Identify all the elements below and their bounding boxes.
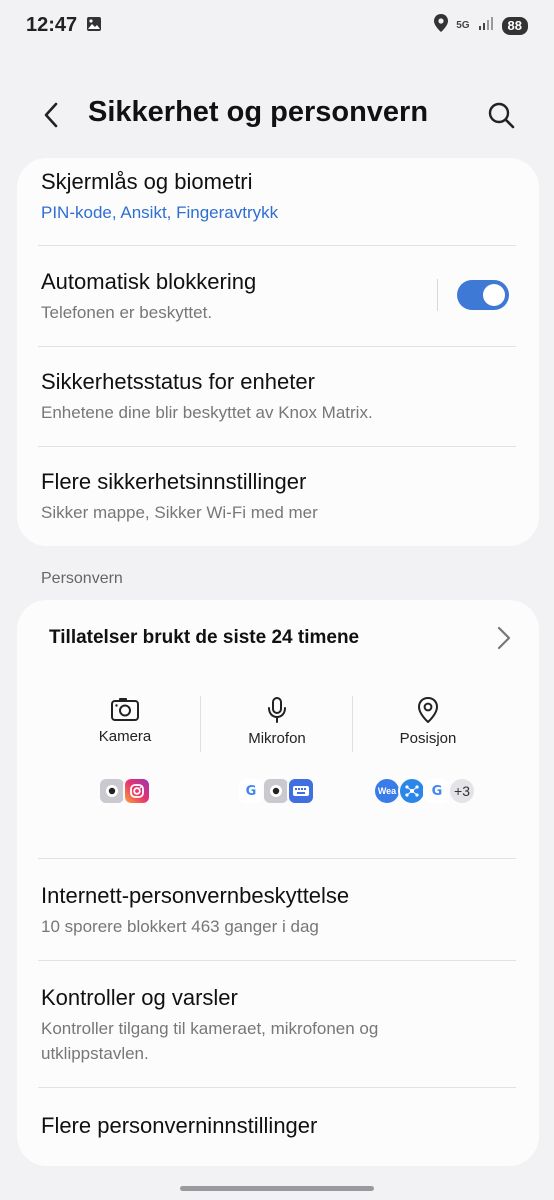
back-arrow-icon bbox=[44, 102, 58, 128]
bixby-app-icon bbox=[398, 777, 426, 805]
item-subtitle: Sikker mappe, Sikker Wi-Fi med mer bbox=[41, 503, 318, 522]
camera-app-icon bbox=[262, 777, 290, 805]
auto-blocker-toggle[interactable] bbox=[457, 280, 509, 310]
permission-microphone[interactable]: Mikrofon bbox=[202, 696, 352, 756]
back-button[interactable] bbox=[34, 98, 68, 132]
location-status-icon bbox=[434, 14, 449, 37]
camera-apps bbox=[98, 776, 151, 806]
permissions-title: Tillatelser brukt de siste 24 timene bbox=[49, 627, 360, 648]
location-icon bbox=[418, 697, 438, 723]
microphone-apps: G bbox=[237, 776, 315, 806]
page-title: Sikkerhet og personvern bbox=[88, 96, 429, 128]
privacy-section-label: Personvern bbox=[41, 570, 123, 587]
item-subtitle: Enhetene dine blir beskyttet av Knox Mat… bbox=[41, 403, 373, 422]
permission-camera[interactable]: Kamera bbox=[50, 696, 200, 756]
toggle-separator bbox=[437, 279, 438, 311]
more-security-settings-item[interactable]: Flere sikkerhetsinnstillinger Sikker map… bbox=[17, 446, 539, 546]
screen-lock-biometrics-item[interactable]: Skjermlås og biometri PIN-kode, Ansikt, … bbox=[17, 158, 539, 246]
google-app-icon: G bbox=[237, 777, 265, 805]
item-title: Flere personverninnstillinger bbox=[41, 1113, 318, 1138]
device-security-status-item[interactable]: Sikkerhetsstatus for enheter Enhetene di… bbox=[17, 346, 539, 446]
item-title: Flere sikkerhetsinnstillinger bbox=[41, 469, 307, 494]
permission-location[interactable]: Posisjon bbox=[353, 696, 503, 756]
permission-label: Mikrofon bbox=[248, 730, 306, 747]
internet-privacy-protection-item[interactable]: Internett-personvernbeskyttelse 10 spore… bbox=[17, 859, 539, 960]
permission-label: Posisjon bbox=[399, 730, 457, 747]
microphone-icon bbox=[268, 697, 286, 723]
item-subtitle: Telefonen er beskyttet. bbox=[41, 303, 213, 322]
item-title: Sikkerhetsstatus for enheter bbox=[41, 369, 315, 394]
status-time: 12:47 bbox=[26, 14, 78, 36]
weather-app-icon: Wea bbox=[373, 777, 401, 805]
camera-app-icon bbox=[98, 777, 126, 805]
app-header: Sikkerhet og personvern bbox=[0, 88, 554, 140]
item-title: Kontroller og varsler bbox=[41, 985, 238, 1010]
signal-icon bbox=[478, 15, 494, 36]
permission-label: Kamera bbox=[98, 728, 152, 745]
network-type: 5G bbox=[456, 19, 470, 31]
gallery-notification-icon bbox=[86, 16, 102, 37]
battery-indicator: 88 bbox=[501, 16, 528, 35]
more-privacy-settings-item[interactable]: Flere personverninnstillinger bbox=[17, 1088, 539, 1166]
controls-and-alerts-item[interactable]: Kontroller og varsler Kontroller tilgang… bbox=[17, 961, 539, 1087]
item-title: Automatisk blokkering bbox=[41, 269, 257, 294]
column-separator bbox=[200, 696, 201, 752]
item-subtitle-line-2: utklippstavlen. bbox=[41, 1044, 149, 1063]
item-subtitle: PIN-kode, Ansikt, Fingeravtrykk bbox=[41, 203, 279, 222]
camera-icon bbox=[111, 698, 139, 721]
security-card: Skjermlås og biometri PIN-kode, Ansikt, … bbox=[17, 158, 539, 546]
search-icon bbox=[488, 102, 515, 129]
item-title: Internett-personvernbeskyttelse bbox=[41, 883, 350, 908]
search-button[interactable] bbox=[482, 96, 520, 134]
item-subtitle-line-1: Kontroller tilgang til kameraet, mikrofo… bbox=[41, 1019, 379, 1038]
item-subtitle: 10 sporere blokkert 463 ganger i dag bbox=[41, 917, 319, 936]
toggle-knob bbox=[483, 284, 505, 306]
home-indicator bbox=[180, 1186, 374, 1191]
location-apps: Wea G +3 bbox=[373, 776, 476, 806]
chevron-right-icon bbox=[497, 626, 511, 655]
status-bar: 12:47 5G 88 bbox=[0, 0, 554, 52]
instagram-app-icon bbox=[123, 777, 151, 805]
item-title: Skjermlås og biometri bbox=[41, 169, 253, 194]
keyboard-app-icon bbox=[287, 777, 315, 805]
google-app-icon: G bbox=[423, 777, 451, 805]
more-apps-badge: +3 bbox=[448, 777, 476, 805]
permissions-used-panel[interactable]: Tillatelser brukt de siste 24 timene Kam… bbox=[17, 600, 539, 850]
privacy-card: Tillatelser brukt de siste 24 timene Kam… bbox=[17, 600, 539, 1166]
